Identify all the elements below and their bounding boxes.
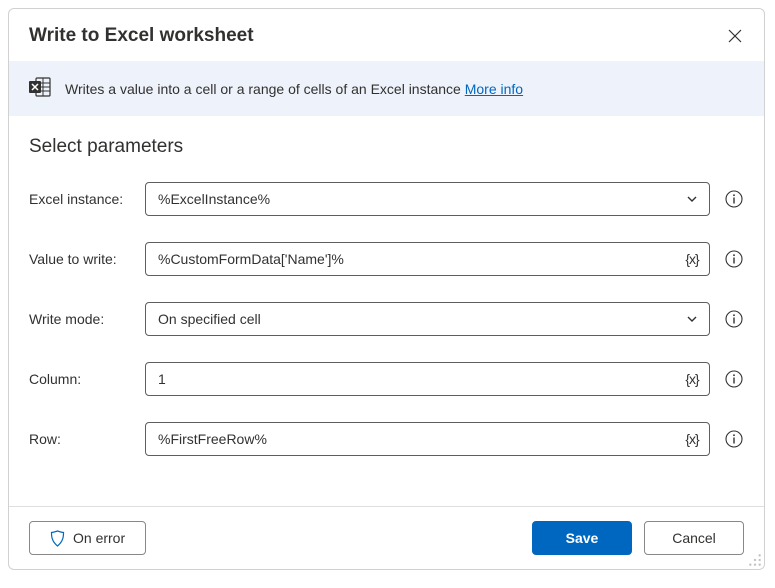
select-excel-instance[interactable] [145, 182, 710, 216]
info-icon[interactable] [724, 369, 744, 389]
label-row: Row: [29, 431, 141, 447]
dialog-footer: On error Save Cancel [9, 506, 764, 569]
label-column: Column: [29, 371, 141, 387]
dialog-body: Select parameters Excel instance: Value … [9, 116, 764, 506]
info-text-wrap: Writes a value into a cell or a range of… [65, 81, 523, 97]
excel-icon [29, 77, 51, 100]
dialog-write-to-excel: Write to Excel worksheet Writes a value … [8, 8, 765, 570]
row-column: Column: {x} [29, 362, 744, 396]
select-write-mode[interactable] [145, 302, 710, 336]
chevron-down-icon[interactable] [682, 309, 702, 329]
save-button[interactable]: Save [532, 521, 632, 555]
row-write-mode: Write mode: [29, 302, 744, 336]
dialog-header: Write to Excel worksheet [9, 9, 764, 61]
input-row[interactable] [145, 422, 710, 456]
more-info-link[interactable]: More info [465, 81, 523, 97]
label-value-to-write: Value to write: [29, 251, 141, 267]
on-error-label: On error [73, 530, 125, 546]
close-icon [728, 29, 742, 43]
info-text: Writes a value into a cell or a range of… [65, 81, 465, 97]
row-row: Row: {x} [29, 422, 744, 456]
label-write-mode: Write mode: [29, 311, 141, 327]
resize-grip-icon[interactable] [748, 553, 762, 567]
input-column[interactable] [145, 362, 710, 396]
info-bar: Writes a value into a cell or a range of… [9, 61, 764, 116]
variable-picker-icon[interactable]: {x} [682, 429, 702, 449]
close-button[interactable] [726, 27, 744, 45]
input-value-to-write[interactable] [145, 242, 710, 276]
info-icon[interactable] [724, 189, 744, 209]
info-icon[interactable] [724, 309, 744, 329]
shield-icon [50, 530, 65, 547]
section-title: Select parameters [29, 136, 744, 158]
info-icon[interactable] [724, 429, 744, 449]
variable-picker-icon[interactable]: {x} [682, 249, 702, 269]
on-error-button[interactable]: On error [29, 521, 146, 555]
info-icon[interactable] [724, 249, 744, 269]
variable-picker-icon[interactable]: {x} [682, 369, 702, 389]
footer-right: Save Cancel [532, 521, 744, 555]
row-value-to-write: Value to write: {x} [29, 242, 744, 276]
label-excel-instance: Excel instance: [29, 191, 141, 207]
row-excel-instance: Excel instance: [29, 182, 744, 216]
cancel-button[interactable]: Cancel [644, 521, 744, 555]
dialog-title: Write to Excel worksheet [29, 25, 254, 47]
chevron-down-icon[interactable] [682, 189, 702, 209]
